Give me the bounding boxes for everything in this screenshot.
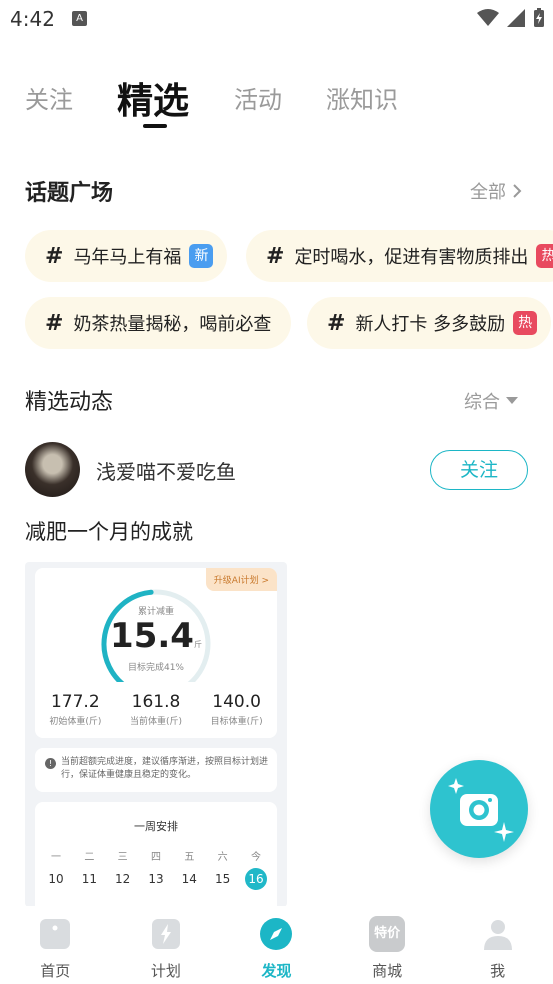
week-schedule-card: 一周安排 一 二 三 四 五 六 今 10 11 12 13 14 15 16 [35, 802, 277, 907]
topic-chip-label: 奶茶热量揭秘，喝前必查 [73, 314, 272, 335]
topics-all-label: 全部 [470, 182, 506, 203]
hot-badge: 热 [513, 311, 538, 335]
date: 11 [81, 872, 97, 886]
nav-label: 商城 [372, 962, 403, 980]
tab-knowledge[interactable]: 涨知识 [326, 80, 398, 115]
signal-icon [507, 9, 525, 27]
tab-featured[interactable]: 精选 [117, 72, 189, 124]
stat-value: 161.8 [131, 692, 181, 712]
avatar[interactable] [25, 442, 80, 497]
status-bar: 4:42 A [0, 0, 553, 38]
post-title[interactable]: 减肥一个月的成就 [25, 516, 193, 546]
weight-unit: 斤 [193, 640, 202, 649]
bottom-nav: 首页 计划 发现 特价 商城 我 [0, 906, 553, 984]
compass-icon [260, 918, 293, 950]
nav-me[interactable]: 我 [442, 906, 553, 984]
topic-chip-label: 新人打卡 多多鼓励 [355, 314, 506, 335]
camera-post-button[interactable] [430, 760, 528, 858]
featured-title: 精选动态 [25, 390, 114, 415]
accessibility-icon: A [72, 11, 87, 26]
person-icon [483, 920, 512, 950]
weekday: 六 [217, 852, 228, 863]
nav-label: 计划 [150, 962, 181, 980]
status-time: 4:42 [10, 7, 55, 31]
stat-current: 161.8 当前体重(斤) [130, 692, 182, 727]
date: 13 [148, 872, 164, 886]
nav-mall[interactable]: 特价 商城 [332, 906, 443, 984]
date: 15 [215, 872, 231, 886]
tab-follow[interactable]: 关注 [25, 80, 73, 115]
sale-tag-icon: 特价 [369, 916, 406, 952]
stat-value: 140.0 [212, 692, 261, 712]
info-text: 当前超额完成进度，建议循序渐进，按照目标计划进行，保证体重健康且稳定的变化。 [61, 757, 269, 780]
stat-label: 目标体重(斤) [210, 717, 263, 727]
topics-title: 话题广场 [25, 181, 114, 206]
hot-badge: 热 [536, 244, 553, 268]
sort-label: 综合 [464, 392, 500, 413]
stat-label: 当前体重(斤) [129, 717, 182, 727]
hashtag-icon: # [45, 243, 64, 269]
nav-label: 发现 [261, 962, 292, 980]
weekday: 三 [117, 852, 128, 863]
weekday: 四 [150, 852, 161, 863]
tab-activities[interactable]: 活动 [234, 80, 282, 115]
camera-icon [448, 778, 514, 842]
topics-all-link[interactable]: 全部 [470, 178, 522, 204]
date: 12 [115, 872, 131, 886]
stat-value: 177.2 [50, 692, 100, 712]
date: 14 [181, 872, 197, 886]
follow-button[interactable]: 关注 [430, 450, 528, 490]
chevron-right-icon [513, 184, 522, 198]
post-username[interactable]: 浅爱喵不爱吃鱼 [96, 456, 236, 485]
sort-dropdown[interactable]: 综合 [464, 388, 518, 414]
weekday: 二 [84, 852, 95, 863]
topic-chip[interactable]: # 新人打卡 多多鼓励 热 [307, 297, 552, 349]
weekday: 五 [184, 852, 195, 863]
weight-summary-card: 升级AI计划 > 累计减重 15.4斤 目标完成41% 177.2 初始体重(斤… [35, 568, 277, 738]
weight-stats: 177.2 初始体重(斤) 161.8 当前体重(斤) 140.0 目标体重(斤… [35, 692, 277, 727]
plan-icon [151, 919, 180, 949]
hashtag-icon: # [45, 310, 64, 336]
topic-chip-label: 马年马上有福 [73, 247, 182, 268]
topic-chip[interactable]: # 奶茶热量揭秘，喝前必查 [25, 297, 292, 349]
nav-label: 首页 [40, 962, 71, 980]
status-icons [477, 8, 545, 28]
battery-icon [534, 8, 544, 27]
ring-value: 15.4斤 [35, 616, 277, 656]
sale-tag-text: 特价 [374, 926, 401, 941]
info-icon: ! [45, 758, 56, 769]
topic-chip[interactable]: # 马年马上有福 新 [25, 230, 228, 282]
topic-chip[interactable]: # 定时喝水，促进有害物质排出 热 [246, 230, 553, 282]
nav-label: 我 [490, 962, 506, 980]
ring-sub: 目标完成41% [127, 663, 184, 673]
stat-initial: 177.2 初始体重(斤) [49, 692, 101, 727]
caret-down-icon [506, 397, 518, 404]
top-tab-bar: 关注 精选 活动 涨知识 [25, 72, 545, 132]
date-today: 16 [244, 868, 267, 890]
weekday: 一 [51, 852, 61, 863]
nav-plan[interactable]: 计划 [111, 906, 222, 984]
wifi-icon [477, 9, 499, 26]
weekday-row: 一 二 三 四 五 六 今 [41, 848, 271, 863]
stat-target: 140.0 目标体重(斤) [211, 692, 263, 727]
post-image[interactable]: 升级AI计划 > 累计减重 15.4斤 目标完成41% 177.2 初始体重(斤… [25, 562, 287, 907]
nav-home[interactable]: 首页 [0, 906, 111, 984]
stat-label: 初始体重(斤) [49, 717, 102, 727]
weekday: 今 [250, 852, 261, 863]
date-today-cell: 16 [241, 868, 271, 890]
home-icon [40, 919, 71, 949]
new-badge: 新 [189, 244, 214, 268]
nav-discover[interactable]: 发现 [221, 906, 332, 984]
date: 10 [48, 872, 64, 886]
week-title: 一周安排 [134, 820, 178, 833]
hashtag-icon: # [266, 243, 285, 269]
date-row: 10 11 12 13 14 15 16 [41, 868, 271, 890]
hashtag-icon: # [327, 310, 346, 336]
active-tab-indicator [143, 124, 167, 128]
weight-lost-value: 15.4 [110, 616, 194, 656]
info-card: ! 当前超额完成进度，建议循序渐进，按照目标计划进行，保证体重健康且稳定的变化。 [35, 748, 277, 792]
topic-chip-label: 定时喝水，促进有害物质排出 [294, 247, 529, 268]
